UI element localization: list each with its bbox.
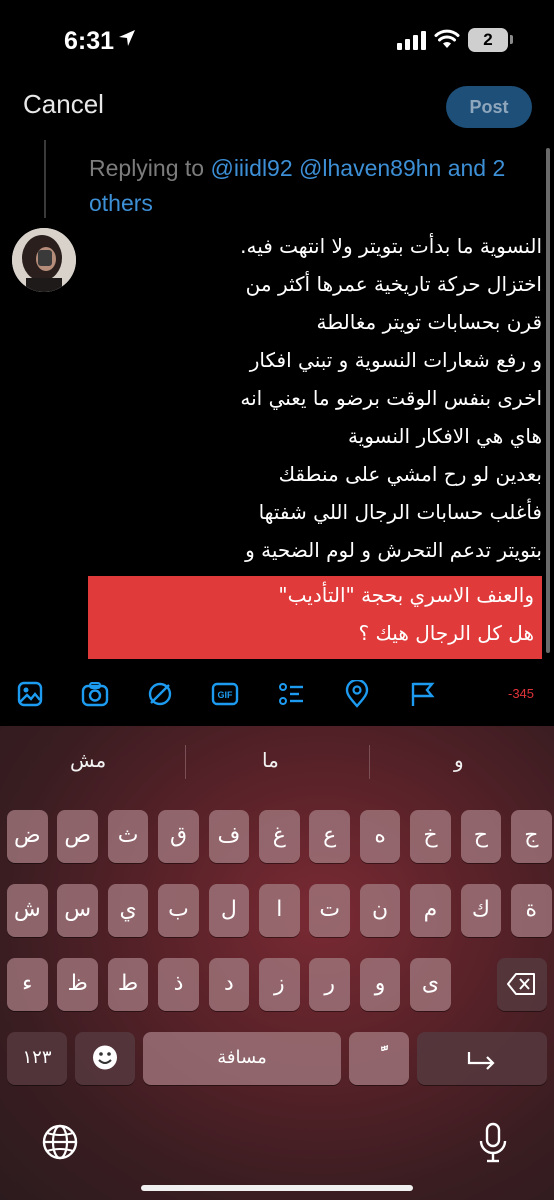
mention-link[interactable]: @lhaven89hn: [299, 155, 441, 181]
letter-key[interactable]: ث: [107, 810, 149, 863]
letter-key[interactable]: ا: [259, 884, 300, 937]
tweet-text[interactable]: النسوية ما بدأت بتويتر ولا انتهت فيه. اخت…: [86, 227, 542, 569]
battery-icon: 2: [468, 28, 508, 52]
microphone-icon[interactable]: [478, 1122, 508, 1168]
letter-key[interactable]: ظ: [57, 958, 98, 1011]
letter-key[interactable]: ح: [460, 810, 502, 863]
tweet-line: هاي هي الافكار النسوية: [347, 424, 542, 448]
letter-key[interactable]: ن: [359, 884, 401, 937]
letter-key[interactable]: ف: [208, 810, 250, 863]
tweet-line: بعدين لو رح امشي على منطقك: [278, 462, 542, 486]
wifi-icon: [434, 29, 460, 48]
suggestion-2[interactable]: ما: [262, 748, 279, 772]
letter-key[interactable]: ك: [460, 884, 502, 937]
cancel-button[interactable]: Cancel: [23, 89, 104, 120]
tweet-line: فأغلب حسابات الرجال اللي شفتها: [258, 500, 542, 524]
space-key[interactable]: مسافة: [143, 1032, 341, 1085]
letter-key[interactable]: ت: [309, 884, 350, 937]
suggestion-1[interactable]: مش: [70, 748, 106, 772]
letter-key[interactable]: ر: [309, 958, 350, 1011]
poll-icon[interactable]: [277, 680, 305, 708]
letter-key[interactable]: ع: [309, 810, 350, 863]
avatar[interactable]: [12, 228, 76, 292]
diacritic-key[interactable]: ًّ: [349, 1032, 409, 1085]
over-limit-text[interactable]: والعنف الاسري بحجة "التأديب" هل كل الرجال…: [88, 576, 542, 652]
suggestion-3[interactable]: و: [454, 748, 464, 772]
tweet-line: قرن بحسابات تويتر مغالطة: [316, 310, 542, 334]
emoji-key[interactable]: [75, 1032, 135, 1085]
gif-icon[interactable]: GIF: [211, 680, 239, 708]
letter-key[interactable]: ض: [7, 810, 48, 863]
emoji-icon: [93, 1045, 117, 1070]
gif-label: GIF: [218, 690, 234, 700]
tweet-line: اخرى بنفس الوقت برضو ما يعني انه: [240, 386, 542, 410]
letter-key[interactable]: ق: [158, 810, 199, 863]
letter-key[interactable]: ة: [511, 884, 552, 937]
letter-key[interactable]: د: [208, 958, 250, 1011]
location-arrow-icon: [119, 30, 135, 46]
replying-to: Replying to @iiidl92 @lhaven89hn and 2 o…: [89, 151, 529, 221]
camera-icon[interactable]: [81, 680, 109, 708]
letter-key[interactable]: ى: [410, 958, 451, 1011]
letter-key[interactable]: خ: [410, 810, 451, 863]
battery-nub: [510, 35, 513, 44]
letter-key[interactable]: ز: [259, 958, 300, 1011]
scrollbar[interactable]: [546, 148, 550, 653]
replying-prefix: Replying to: [89, 155, 211, 181]
letter-key[interactable]: غ: [259, 810, 300, 863]
character-count: -345: [508, 686, 535, 701]
tweet-line: بتويتر تدعم التحرش و لوم الضحية و: [245, 538, 542, 562]
globe-icon[interactable]: [40, 1122, 80, 1166]
numbers-key[interactable]: ١٢٣: [7, 1032, 67, 1085]
letter-key[interactable]: م: [410, 884, 451, 937]
letter-key[interactable]: ص: [57, 810, 98, 863]
letter-key[interactable]: ي: [107, 884, 149, 937]
over-limit-line: هل كل الرجال هيك ؟: [358, 621, 534, 645]
status-bar: 6:31 2: [0, 0, 554, 80]
signal-icon: [397, 31, 426, 50]
letter-key[interactable]: ه: [359, 810, 401, 863]
suggestion-divider: [369, 745, 370, 779]
no-sign-icon[interactable]: [146, 680, 174, 708]
letter-key[interactable]: ذ: [158, 958, 199, 1011]
mention-link[interactable]: @iiidl92: [210, 155, 292, 181]
tweet-line: و رفع شعارات النسوية و تبني افكار: [249, 348, 542, 372]
letter-key[interactable]: س: [57, 884, 98, 937]
delete-key[interactable]: [497, 958, 547, 1011]
location-pin-icon[interactable]: [343, 678, 371, 708]
home-indicator[interactable]: [141, 1185, 413, 1191]
letter-key[interactable]: ل: [208, 884, 250, 937]
thread-line: [44, 140, 46, 218]
return-key[interactable]: [417, 1032, 547, 1085]
letter-key[interactable]: و: [359, 958, 401, 1011]
flag-icon[interactable]: [408, 680, 436, 708]
post-button[interactable]: Post: [446, 86, 532, 128]
tweet-line: النسوية ما بدأت بتويتر ولا انتهت فيه.: [240, 234, 542, 258]
letter-key[interactable]: ش: [7, 884, 48, 937]
status-time: 6:31: [64, 27, 115, 55]
letter-key[interactable]: ط: [107, 958, 149, 1011]
image-icon[interactable]: [16, 680, 44, 708]
letter-key[interactable]: ب: [158, 884, 199, 937]
return-icon: [467, 1052, 495, 1070]
and-word[interactable]: and: [448, 155, 486, 181]
over-limit-line: والعنف الاسري بحجة "التأديب": [278, 583, 534, 607]
letter-key[interactable]: ء: [7, 958, 48, 1011]
tweet-line: اختزال حركة تاريخية عمرها أكثر من: [245, 272, 542, 296]
letter-key[interactable]: ج: [511, 810, 552, 863]
avatar-image: [12, 228, 76, 292]
suggestion-divider: [185, 745, 186, 779]
